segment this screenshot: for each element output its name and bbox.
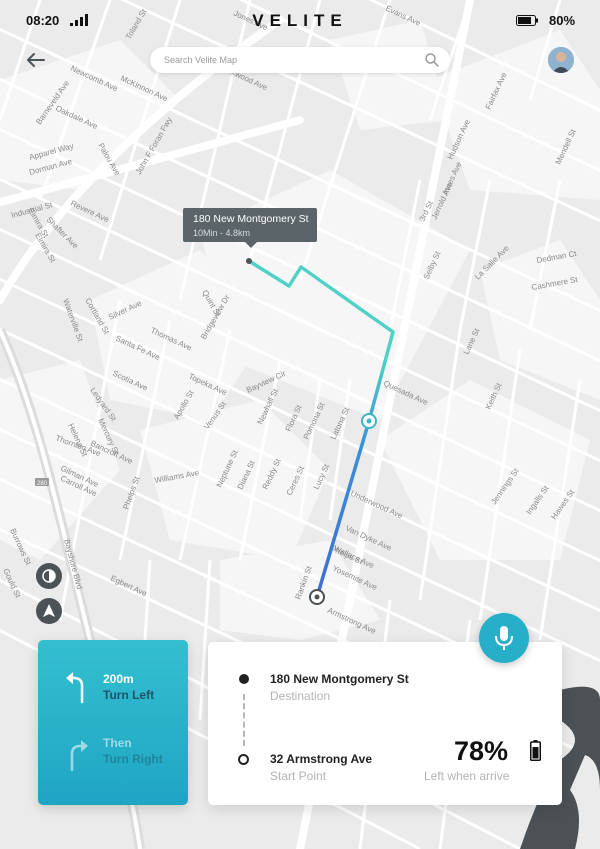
next-step-distance: Then [103, 736, 132, 750]
search-icon[interactable] [424, 52, 440, 68]
route-connector [243, 694, 245, 746]
destination-tooltip: 180 New Montgomery St 10Min - 4.8km [183, 208, 317, 248]
start-label: Start Point [270, 769, 327, 783]
turn-left-icon [66, 672, 84, 704]
brand-logo: VELITE [252, 11, 348, 30]
battery-icon [516, 15, 538, 26]
destination-name: 180 New Montgomery St [270, 672, 409, 686]
highway-shield: 280 [35, 478, 49, 487]
battery-on-arrival: 78% [454, 736, 509, 766]
search-input[interactable] [164, 51, 414, 69]
destination-dot-icon [239, 674, 249, 684]
navigation-arrow-icon [43, 604, 55, 617]
avatar[interactable] [548, 47, 574, 73]
battery-arrival-label: Left when arrive [424, 769, 510, 783]
start-name: 32 Armstrong Ave [270, 752, 373, 766]
tooltip-title: 180 New Montgomery St [193, 213, 309, 225]
current-step-action: Turn Left [103, 688, 155, 702]
turn-instructions-panel: 200m Turn Left Then Turn Right [38, 640, 188, 805]
destination-marker [246, 258, 252, 264]
destination-label: Destination [270, 689, 331, 703]
voice-button[interactable] [479, 613, 529, 663]
trip-info-card: 180 New Montgomery St Destination 32 Arm… [208, 642, 562, 805]
turn-right-icon [70, 740, 88, 772]
microphone-icon [495, 626, 513, 650]
brightness-toggle-button[interactable] [36, 563, 62, 589]
start-marker [309, 589, 325, 605]
vertical-battery-icon [530, 740, 541, 761]
brightness-icon [42, 569, 56, 583]
current-step-distance: 200m [103, 672, 134, 686]
battery-percent: 80% [549, 13, 576, 28]
locate-button[interactable] [36, 598, 62, 624]
start-dot-icon [238, 754, 249, 765]
svg-text:280: 280 [37, 481, 48, 487]
tooltip-subtitle: 10Min - 4.8km [193, 228, 251, 238]
back-arrow-icon[interactable] [24, 48, 48, 72]
status-bar: 08:20 VELITE 80% [0, 0, 600, 44]
next-step-action: Turn Right [103, 752, 163, 766]
waypoint-marker [361, 413, 377, 429]
user-avatar-icon [548, 47, 574, 73]
search-bar[interactable] [150, 47, 450, 73]
